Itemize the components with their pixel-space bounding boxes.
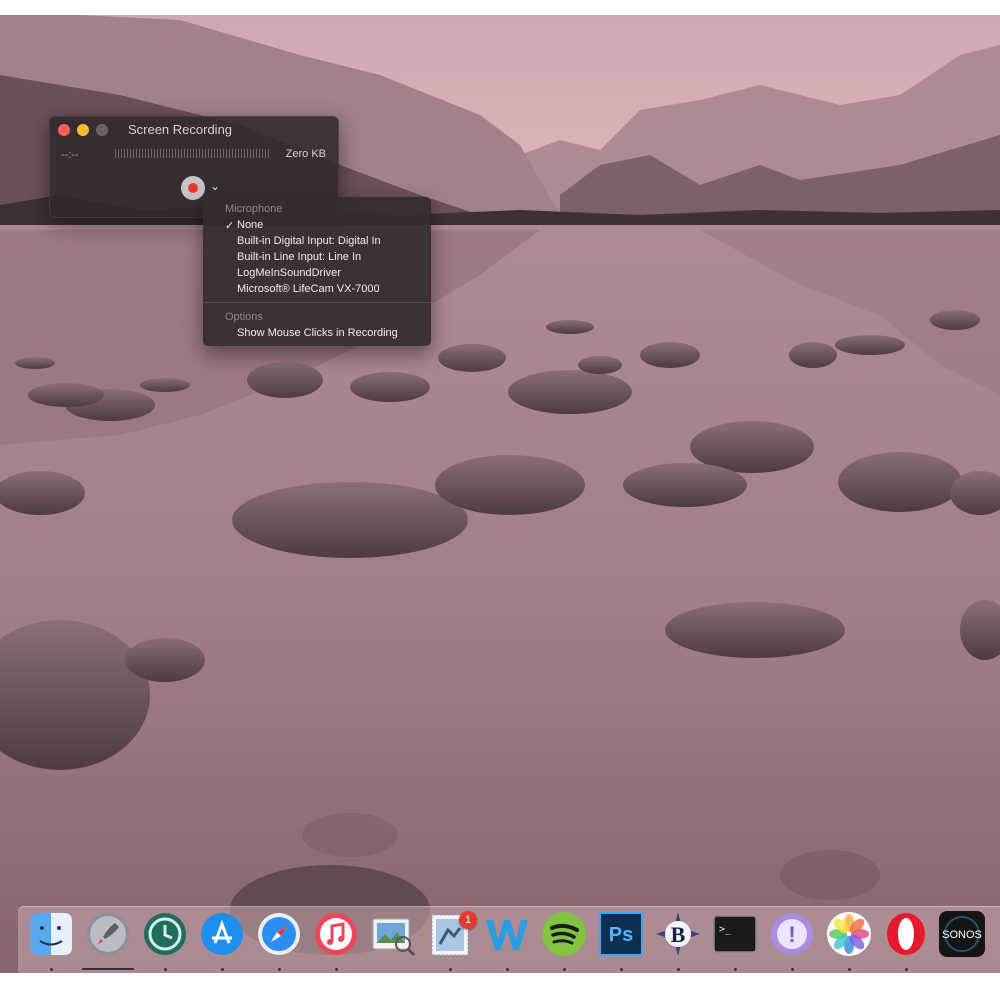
running-indicator <box>278 968 281 971</box>
app-store-icon[interactable] <box>198 910 246 958</box>
record-icon <box>188 183 198 193</box>
svg-text:!: ! <box>788 922 795 947</box>
running-indicator <box>677 968 680 971</box>
preview-icon[interactable] <box>369 910 417 958</box>
svg-text:>_: >_ <box>719 924 732 935</box>
options-section-header: Options <box>225 311 263 323</box>
exclamation-icon[interactable]: ! <box>768 910 816 958</box>
running-indicator <box>905 968 908 971</box>
menu-item-mic-logmein[interactable]: LogMeInSoundDriver <box>237 267 341 279</box>
chevron-down-icon[interactable]: ⌄ <box>210 179 220 193</box>
running-indicator <box>620 968 623 971</box>
running-indicator <box>848 968 851 971</box>
running-indicator <box>734 968 737 971</box>
recording-options-menu: Microphone ✓ None Built-in Digital Input… <box>203 197 431 346</box>
file-size: Zero KB <box>285 148 326 160</box>
running-indicator <box>50 968 53 971</box>
menu-item-mic-none[interactable]: None <box>237 219 263 231</box>
running-indicator <box>563 968 566 971</box>
ps-icon[interactable]: Ps <box>597 910 645 958</box>
svg-text:B: B <box>671 922 686 947</box>
menu-item-mic-digital-input[interactable]: Built-in Digital Input: Digital In <box>237 235 381 247</box>
menu-separator <box>203 302 431 303</box>
svg-text:Ps: Ps <box>609 924 633 946</box>
window-title: Screen Recording <box>127 122 233 137</box>
audio-level-meter <box>115 149 271 158</box>
spotify-icon[interactable] <box>540 910 588 958</box>
running-indicator <box>335 968 338 971</box>
elapsed-time: --:-- <box>61 149 79 161</box>
rocket-icon[interactable] <box>84 910 132 958</box>
b-icon[interactable]: B <box>654 910 702 958</box>
running-indicator <box>449 968 452 971</box>
compass-icon[interactable] <box>255 910 303 958</box>
record-button[interactable] <box>181 176 205 200</box>
clock-icon[interactable] <box>141 910 189 958</box>
mail-badge: 1 <box>459 911 477 929</box>
sonos-icon[interactable]: SONOS <box>938 910 986 958</box>
opera-icon[interactable] <box>882 910 930 958</box>
w-icon[interactable] <box>483 910 531 958</box>
running-indicator <box>791 968 794 971</box>
flower-icon[interactable] <box>825 910 873 958</box>
running-indicator <box>506 968 509 971</box>
svg-text:SONOS: SONOS <box>942 929 982 941</box>
running-indicator <box>221 968 224 971</box>
menu-item-mic-line-input[interactable]: Built-in Line Input: Line In <box>237 251 361 263</box>
microphone-section-header: Microphone <box>225 203 283 215</box>
running-indicator <box>164 968 167 971</box>
menu-item-mic-lifecam[interactable]: Microsoft® LifeCam VX-7000 <box>237 283 380 295</box>
finder-icon[interactable] <box>27 910 75 958</box>
checkmark-icon: ✓ <box>225 220 235 232</box>
running-indicator <box>82 968 134 970</box>
menu-item-show-mouse-clicks[interactable]: Show Mouse Clicks in Recording <box>237 327 398 339</box>
music-note-icon[interactable] <box>312 910 360 958</box>
terminal-icon[interactable]: >_ <box>711 910 759 958</box>
